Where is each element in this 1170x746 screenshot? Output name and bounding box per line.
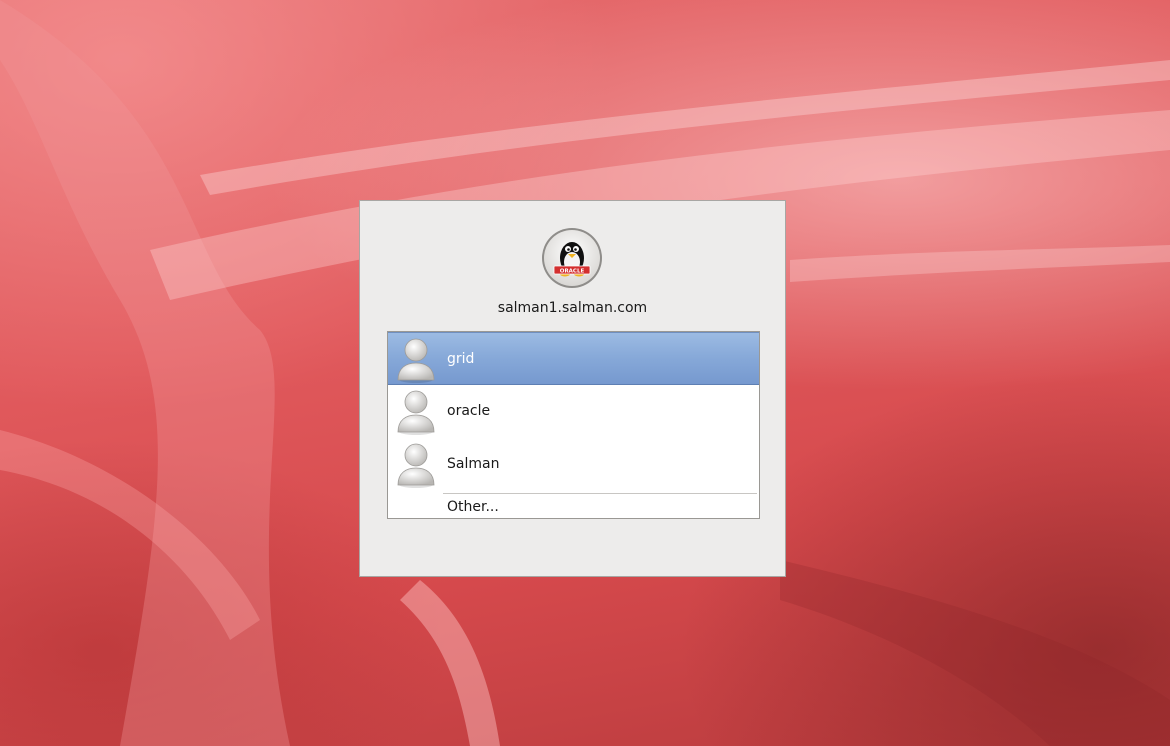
login-greeter-panel: ORACLE salman1.salman.com grid oracle Sa… [359, 200, 786, 577]
user-name-label: Salman [447, 456, 500, 472]
other-user-row[interactable]: Other... [388, 494, 759, 518]
user-name-label: grid [447, 351, 475, 367]
user-avatar-icon [397, 443, 435, 488]
user-row-oracle[interactable]: oracle [388, 385, 759, 438]
user-row-salman[interactable]: Salman [388, 438, 759, 491]
user-list: grid oracle Salman Other... [387, 331, 760, 519]
user-avatar-icon [397, 390, 435, 435]
other-user-label: Other... [447, 499, 499, 515]
user-row-grid[interactable]: grid [388, 332, 759, 385]
user-avatar-icon [397, 338, 435, 383]
oracle-penguin-logo-icon: ORACLE [542, 228, 602, 288]
desktop-background: ORACLE salman1.salman.com grid oracle Sa… [0, 0, 1170, 746]
hostname-label: salman1.salman.com [497, 300, 648, 316]
user-name-label: oracle [447, 403, 491, 419]
logo-banner-text: ORACLE [560, 268, 585, 274]
